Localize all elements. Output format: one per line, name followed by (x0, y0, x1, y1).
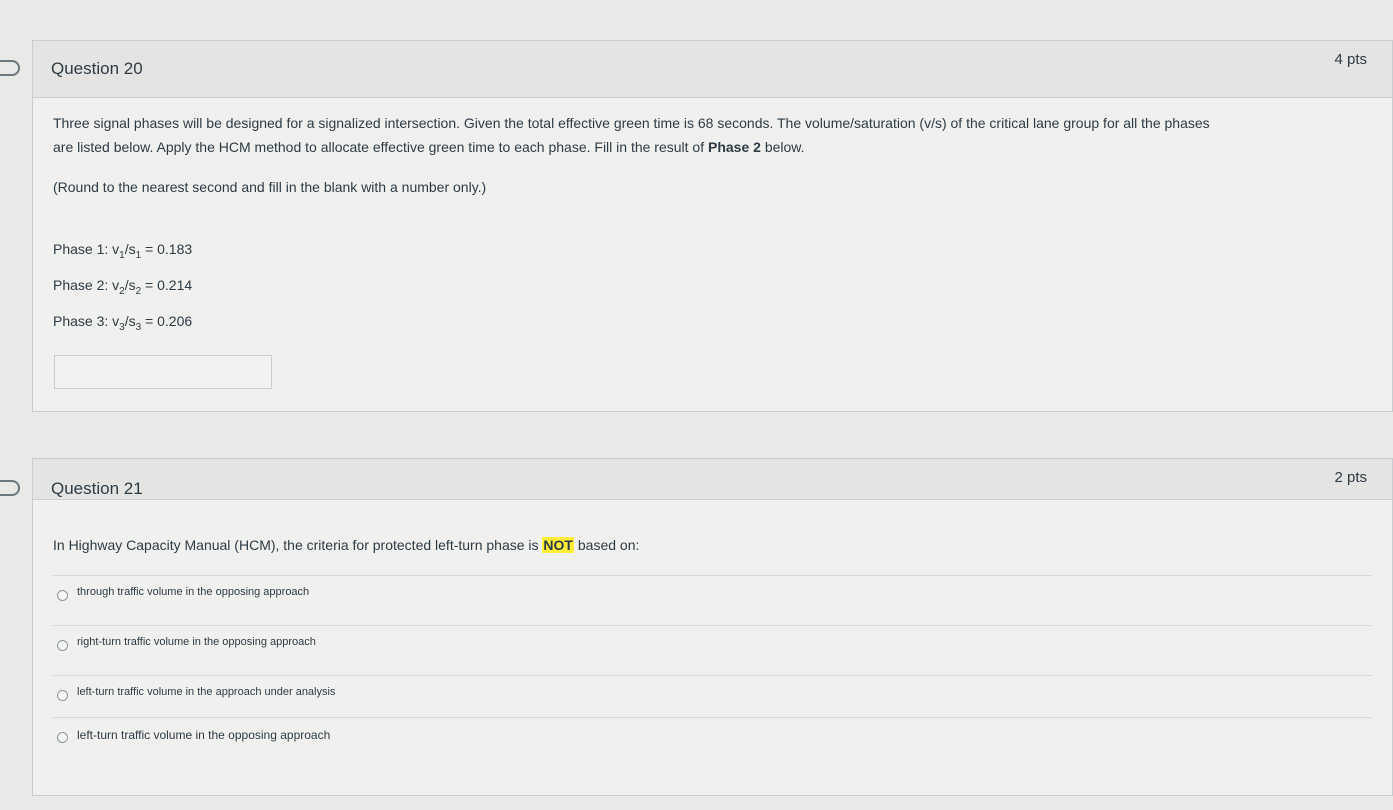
flag-question-icon[interactable] (0, 480, 20, 496)
question-points: 2 pts (1334, 469, 1367, 486)
not-highlight: NOT (542, 537, 574, 553)
question-20: Question 20 4 pts Three signal phases wi… (32, 40, 1393, 412)
answer-label: through traffic volume in the opposing a… (77, 586, 310, 598)
radio-button-icon[interactable] (57, 640, 68, 651)
answer-option[interactable]: through traffic volume in the opposing a… (53, 575, 1372, 626)
phase-2-line: Phase 2: v2/s2 = 0.214 (53, 277, 193, 297)
question-21: Question 21 2 pts In Highway Capacity Ma… (32, 458, 1393, 796)
radio-button-icon[interactable] (57, 732, 68, 743)
phase-2-emphasis: Phase 2 (708, 139, 761, 155)
answer-label: left-turn traffic volume in the approach… (77, 686, 336, 698)
answer-label: right-turn traffic volume in the opposin… (77, 636, 316, 648)
answer-input[interactable] (54, 355, 272, 389)
prompt-instruction: (Round to the nearest second and fill in… (53, 179, 487, 195)
answer-option[interactable]: right-turn traffic volume in the opposin… (53, 625, 1372, 676)
prompt-line-1: Three signal phases will be designed for… (53, 115, 1210, 131)
question-title: Question 21 (51, 479, 143, 498)
phase-3-line: Phase 3: v3/s3 = 0.206 (53, 313, 193, 333)
question-header: Question 21 2 pts (33, 459, 1392, 500)
question-prompt: Three signal phases will be designed for… (53, 111, 1362, 199)
question-prompt: In Highway Capacity Manual (HCM), the cr… (53, 537, 640, 553)
question-header: Question 20 4 pts (33, 41, 1392, 98)
answer-option[interactable]: left-turn traffic volume in the opposing… (53, 717, 1372, 768)
flag-question-icon[interactable] (0, 60, 20, 76)
radio-button-icon[interactable] (57, 690, 68, 701)
question-title: Question 20 (51, 59, 143, 78)
phase-1-line: Phase 1: v1/s1 = 0.183 (53, 241, 193, 261)
radio-button-icon[interactable] (57, 590, 68, 601)
answer-label: left-turn traffic volume in the opposing… (77, 728, 331, 742)
question-points: 4 pts (1334, 51, 1367, 68)
prompt-line-2: are listed below. Apply the HCM method t… (53, 139, 805, 155)
